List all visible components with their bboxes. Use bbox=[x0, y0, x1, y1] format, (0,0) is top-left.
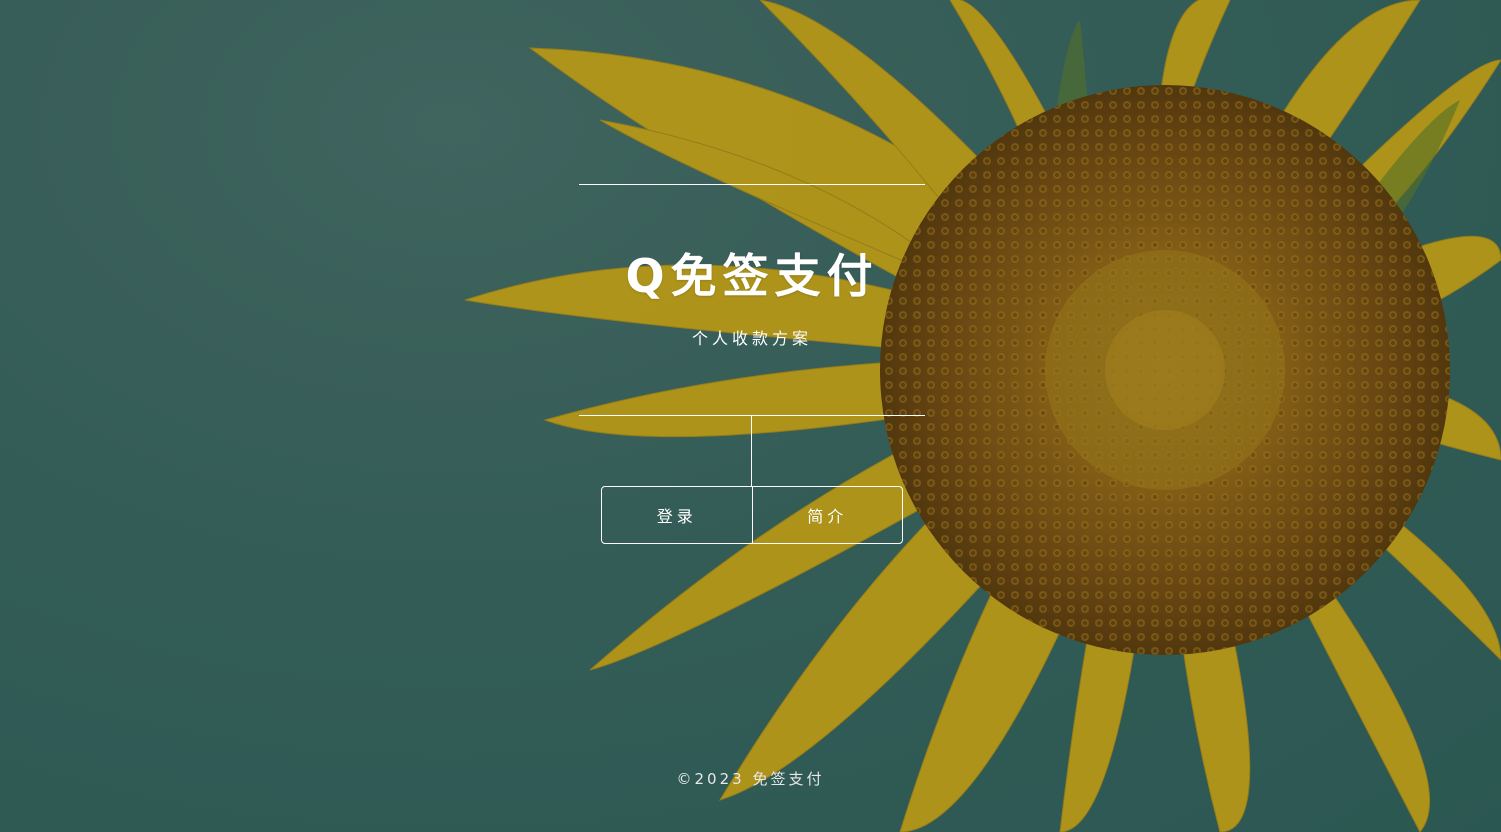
header-bottom-divider bbox=[579, 415, 925, 416]
nav-connector-line bbox=[751, 415, 752, 487]
header-top-divider bbox=[579, 184, 925, 185]
main-nav: 登录 简介 bbox=[601, 486, 903, 544]
page-title: Q免签支付 bbox=[625, 249, 879, 303]
login-button[interactable]: 登录 bbox=[602, 487, 752, 543]
copyright-footer: ©2023 免签支付 bbox=[676, 770, 825, 788]
page-subtitle: 个人收款方案 bbox=[691, 329, 812, 348]
intro-button[interactable]: 简介 bbox=[751, 487, 903, 543]
